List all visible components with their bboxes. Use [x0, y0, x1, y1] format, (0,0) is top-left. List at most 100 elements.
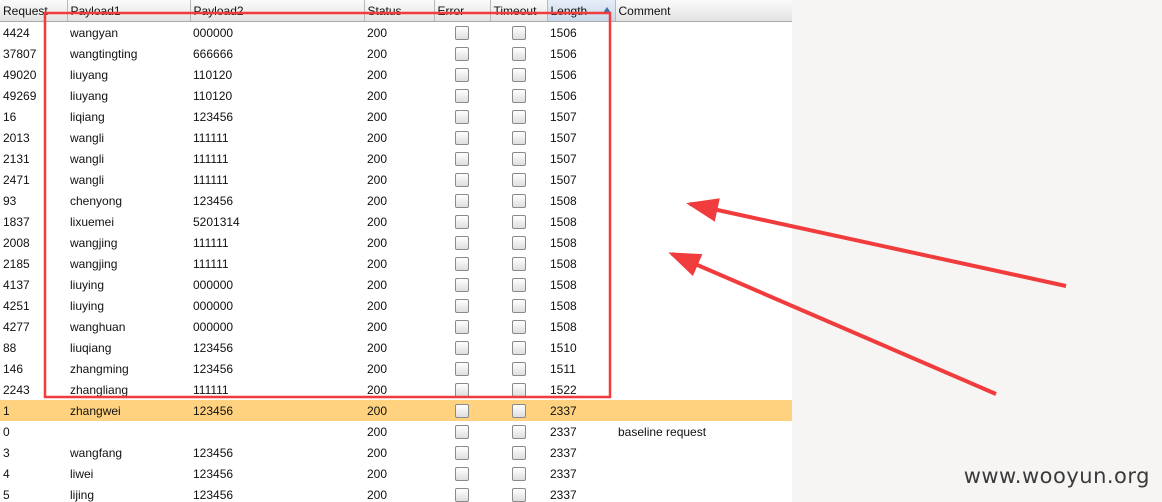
table-row[interactable]: 37807 wangtingting 666666 200 1506	[0, 43, 792, 64]
table-row[interactable]: 49020 liuyang 110120 200 1506	[0, 64, 792, 85]
table-row[interactable]: 49269 liuyang 110120 200 1506	[0, 85, 792, 106]
cell-payload2: 111111	[193, 172, 229, 187]
cell-payload2: 111111	[193, 382, 229, 397]
cell-status: 200	[367, 487, 388, 502]
timeout-checkbox[interactable]	[511, 361, 526, 376]
error-checkbox[interactable]	[455, 361, 469, 376]
table-row[interactable]: 4424 wangyan 000000 200 1506	[0, 22, 792, 44]
timeout-checkbox[interactable]	[511, 67, 526, 82]
table-row[interactable]: 4277 wanghuan 000000 200 1508	[0, 316, 792, 337]
cell-comment	[615, 127, 792, 148]
cell-status: 200	[367, 151, 388, 166]
table-row[interactable]: 0 200 2337 baseline request	[0, 421, 792, 442]
table-row[interactable]: 93 chenyong 123456 200 1508	[0, 190, 792, 211]
timeout-checkbox[interactable]	[511, 487, 526, 502]
error-checkbox[interactable]	[455, 151, 469, 166]
cell-request: 4424	[3, 25, 30, 40]
error-checkbox[interactable]	[455, 46, 469, 61]
column-header-status[interactable]: Status	[364, 0, 435, 22]
timeout-checkbox[interactable]	[511, 88, 526, 103]
error-checkbox[interactable]	[455, 382, 469, 397]
table-row[interactable]: 1837 lixuemei 5201314 200 1508	[0, 211, 792, 232]
cell-comment: baseline request	[618, 424, 707, 439]
error-checkbox[interactable]	[455, 88, 469, 103]
table-row[interactable]: 1 zhangwei 123456 200 2337	[0, 400, 792, 421]
table-row[interactable]: 146 zhangming 123456 200 1511	[0, 358, 792, 379]
timeout-checkbox[interactable]	[511, 151, 526, 166]
cell-length: 1508	[550, 235, 577, 250]
table-row[interactable]: 4 liwei 123456 200 2337	[0, 463, 792, 484]
timeout-checkbox[interactable]	[511, 130, 526, 145]
cell-payload2: 111111	[193, 256, 229, 271]
cell-status: 200	[367, 109, 388, 124]
cell-comment	[615, 232, 792, 253]
table-row[interactable]: 2013 wangli 111111 200 1507	[0, 127, 792, 148]
table-row[interactable]: 2185 wangjing 111111 200 1508	[0, 253, 792, 274]
column-header-payload1[interactable]: Payload1	[67, 0, 191, 22]
cell-payload1: liwei	[70, 466, 94, 481]
error-checkbox[interactable]	[455, 172, 469, 187]
error-checkbox[interactable]	[455, 109, 469, 124]
cell-request: 49269	[3, 88, 37, 103]
column-header-timeout[interactable]: Timeout	[490, 0, 548, 22]
table-body: 4424 wangyan 000000 200 1506 37807 wangtingtin…	[0, 22, 792, 502]
table-row[interactable]: 2243 zhangliang 111111 200 1522	[0, 379, 792, 400]
timeout-checkbox[interactable]	[511, 235, 526, 250]
table-row[interactable]: 5 lijing 123456 200 2337	[0, 484, 792, 502]
timeout-checkbox[interactable]	[511, 403, 526, 418]
cell-comment	[615, 442, 792, 463]
timeout-checkbox[interactable]	[511, 298, 526, 313]
timeout-checkbox[interactable]	[511, 445, 526, 460]
error-checkbox[interactable]	[455, 319, 469, 334]
timeout-checkbox[interactable]	[511, 424, 526, 439]
error-checkbox[interactable]	[455, 130, 469, 145]
error-checkbox[interactable]	[455, 67, 469, 82]
table-row[interactable]: 2471 wangli 111111 200 1507	[0, 169, 792, 190]
error-checkbox[interactable]	[455, 25, 469, 40]
error-checkbox[interactable]	[455, 424, 469, 439]
table-row[interactable]: 88 liuqiang 123456 200 1510	[0, 337, 792, 358]
timeout-checkbox[interactable]	[511, 340, 526, 355]
error-checkbox[interactable]	[455, 277, 469, 292]
error-checkbox[interactable]	[455, 298, 469, 313]
timeout-checkbox[interactable]	[511, 46, 526, 61]
timeout-checkbox[interactable]	[511, 172, 526, 187]
error-checkbox[interactable]	[455, 403, 469, 418]
timeout-checkbox[interactable]	[511, 193, 526, 208]
error-checkbox[interactable]	[455, 256, 469, 271]
cell-payload1: wangyan	[70, 25, 119, 40]
cell-comment	[615, 316, 792, 337]
error-checkbox[interactable]	[455, 193, 469, 208]
table-row[interactable]: 4137 liuying 000000 200 1508	[0, 274, 792, 295]
table-row[interactable]: 3 wangfang 123456 200 2337	[0, 442, 792, 463]
error-checkbox[interactable]	[455, 340, 469, 355]
column-header-payload2[interactable]: Payload2	[190, 0, 365, 22]
column-header-length[interactable]: Length	[547, 0, 616, 22]
table-row[interactable]: 16 liqiang 123456 200 1507	[0, 106, 792, 127]
error-checkbox[interactable]	[455, 214, 469, 229]
timeout-checkbox[interactable]	[511, 466, 526, 481]
cell-status: 200	[367, 340, 388, 355]
timeout-checkbox[interactable]	[511, 109, 526, 124]
cell-length: 1522	[550, 382, 577, 397]
error-checkbox[interactable]	[455, 466, 469, 481]
timeout-checkbox[interactable]	[511, 214, 526, 229]
column-header-error[interactable]: Error	[434, 0, 491, 22]
timeout-checkbox[interactable]	[511, 25, 526, 40]
cell-timeout	[490, 421, 547, 442]
table-row[interactable]: 2008 wangjing 111111 200 1508	[0, 232, 792, 253]
timeout-checkbox[interactable]	[511, 382, 526, 397]
column-header-request[interactable]: Request	[0, 0, 68, 22]
timeout-checkbox[interactable]	[511, 319, 526, 334]
error-checkbox[interactable]	[455, 445, 469, 460]
error-checkbox[interactable]	[455, 487, 469, 502]
table-row[interactable]: 4251 liuying 000000 200 1508	[0, 295, 792, 316]
column-header-comment[interactable]: Comment	[615, 0, 792, 22]
error-checkbox[interactable]	[455, 235, 469, 250]
cell-status: 200	[367, 256, 388, 271]
timeout-checkbox[interactable]	[511, 256, 526, 271]
table-row[interactable]: 2131 wangli 111111 200 1507	[0, 148, 792, 169]
timeout-checkbox[interactable]	[511, 277, 526, 292]
cell-comment	[615, 379, 792, 400]
cell-error	[434, 337, 490, 358]
